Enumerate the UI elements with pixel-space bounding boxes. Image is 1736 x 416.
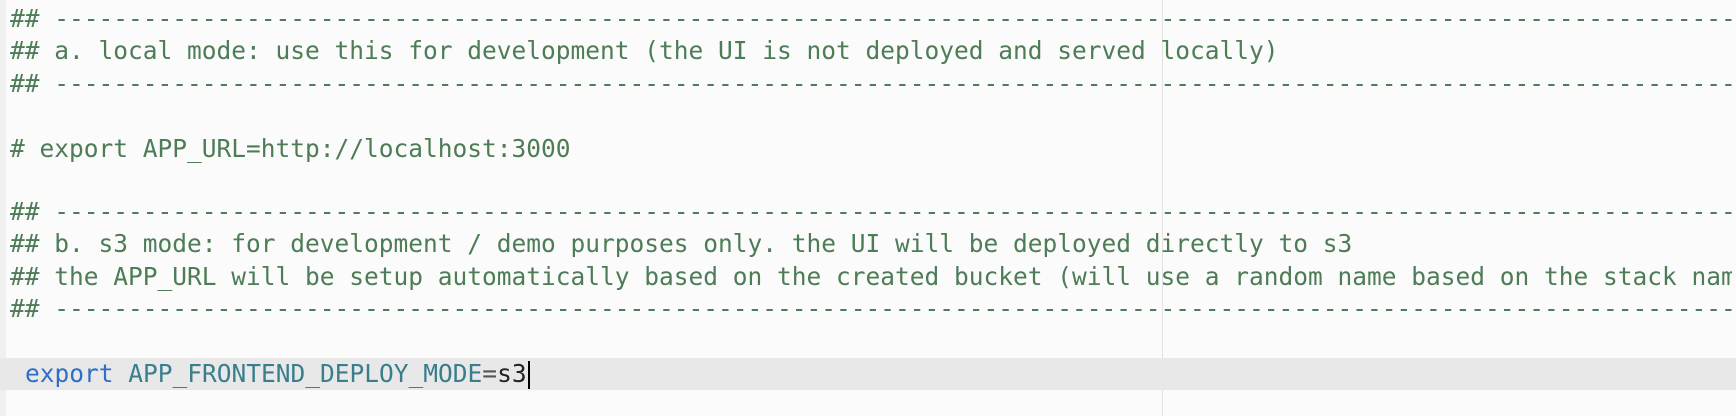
s3-mode-heading-comment: ## b. s3 mode: for development / demo pu… — [10, 229, 1353, 258]
code-editor[interactable]: ## -------------------------------------… — [0, 0, 1736, 416]
assignment-operator: = — [482, 359, 498, 388]
s3-mode-note-comment: ## the APP_URL will be setup automatical… — [10, 262, 1732, 291]
separator-comment-line: ## -------------------------------------… — [10, 69, 1732, 98]
commented-export-app-url: # export APP_URL=http://localhost:3000 — [10, 134, 571, 163]
variable-name: APP_FRONTEND_DEPLOY_MODE — [128, 359, 483, 388]
text-cursor — [527, 361, 530, 389]
export-keyword: export — [25, 359, 114, 388]
export-deploy-mode-line[interactable]: export APP_FRONTEND_DEPLOY_MODE=s3 — [25, 358, 530, 390]
local-mode-heading-comment: ## a. local mode: use this for developme… — [10, 36, 1279, 65]
separator-comment-line: ## -------------------------------------… — [10, 294, 1732, 323]
editor-gutter — [0, 0, 6, 416]
variable-value: s3 — [497, 359, 527, 388]
separator-comment-line: ## -------------------------------------… — [10, 4, 1732, 33]
separator-comment-line: ## -------------------------------------… — [10, 197, 1732, 226]
